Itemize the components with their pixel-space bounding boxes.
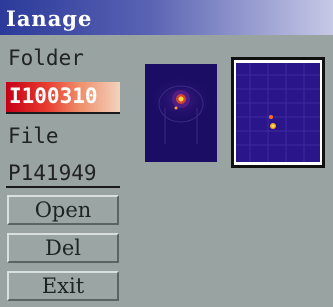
exit-button[interactable]: Exit (7, 271, 119, 301)
thermal-thumbnail-1[interactable] (145, 64, 217, 162)
file-value: P141949 (8, 161, 97, 185)
title-bar: Ianage (0, 0, 333, 35)
thermal-thumbnail-2[interactable] (236, 63, 320, 162)
folder-value: I100310 (9, 84, 98, 108)
folder-label: Folder (8, 46, 84, 70)
thermal-image-2 (236, 63, 320, 162)
del-button[interactable]: Del (7, 233, 119, 263)
folder-field[interactable]: I100310 (6, 82, 120, 112)
file-underline (6, 186, 120, 188)
open-button[interactable]: Open (7, 195, 119, 225)
folder-underline (6, 112, 120, 114)
window-title: Ianage (6, 6, 93, 31)
file-label: File (8, 124, 59, 148)
thermal-image-1 (158, 85, 204, 144)
